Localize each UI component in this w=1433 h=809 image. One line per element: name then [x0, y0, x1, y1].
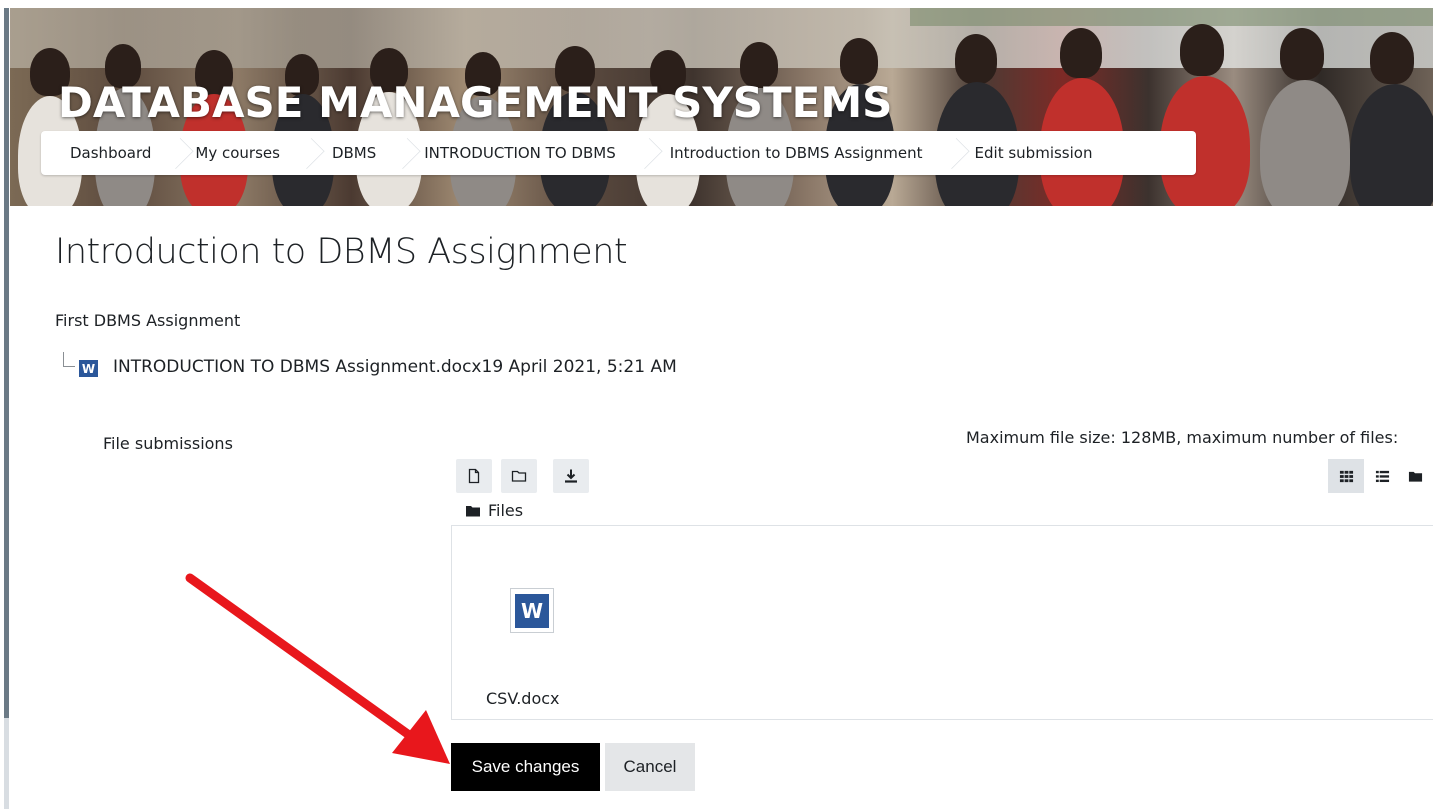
breadcrumb-item-my-courses[interactable]: My courses — [191, 131, 296, 175]
list-view-button[interactable] — [1370, 459, 1394, 493]
attachment-date: 19 April 2021, 5:21 AM — [481, 357, 677, 377]
breadcrumb-separator — [296, 131, 322, 175]
cancel-button[interactable]: Cancel — [605, 743, 695, 791]
breadcrumb-separator — [634, 131, 660, 175]
file-item-name[interactable]: CSV.docx — [486, 689, 560, 708]
breadcrumb-separator — [392, 131, 418, 175]
create-folder-button[interactable] — [501, 459, 537, 493]
word-file-icon: W — [79, 360, 98, 377]
tree-view-icon — [1408, 471, 1423, 482]
save-changes-button[interactable]: Save changes — [451, 743, 600, 791]
breadcrumb-item-dashboard[interactable]: Dashboard — [41, 131, 165, 175]
download-icon — [565, 469, 577, 483]
file-drop-area[interactable] — [451, 525, 1433, 720]
attachment-link[interactable]: INTRODUCTION TO DBMS Assignment.docx19 A… — [113, 357, 677, 377]
icon-view-icon — [1339, 470, 1353, 482]
top-caption — [0, 0, 1433, 8]
file-submissions-label: File submissions — [103, 434, 233, 453]
download-all-button[interactable] — [553, 459, 589, 493]
left-rule — [0, 0, 10, 809]
add-file-icon — [468, 468, 480, 484]
max-file-info: Maximum file size: 128MB, maximum number… — [966, 428, 1399, 447]
breadcrumb: Dashboard My courses DBMS INTRODUCTION T… — [41, 131, 1196, 175]
file-item-csv[interactable]: W — [510, 588, 554, 633]
files-path-label: Files — [488, 501, 524, 520]
breadcrumb-item-assignment[interactable]: Introduction to DBMS Assignment — [660, 131, 941, 175]
create-folder-icon — [511, 470, 527, 482]
breadcrumb-item-introduction-to-dbms[interactable]: INTRODUCTION TO DBMS — [418, 131, 633, 175]
icon-view-button[interactable] — [1328, 459, 1364, 493]
add-file-button[interactable] — [456, 459, 492, 493]
breadcrumb-separator — [941, 131, 967, 175]
word-file-icon: W — [515, 593, 549, 628]
files-path[interactable]: Files — [466, 501, 523, 520]
tree-connector — [63, 352, 75, 367]
header-banner: DATABASE MANAGEMENT SYSTEMS — [10, 8, 1433, 206]
course-title: DATABASE MANAGEMENT SYSTEMS — [58, 78, 893, 127]
breadcrumb-item-edit-submission: Edit submission — [974, 144, 1093, 162]
tree-view-button[interactable] — [1408, 459, 1433, 493]
breadcrumb-separator — [165, 131, 191, 175]
red-arrow-annotation — [185, 573, 450, 764]
assignment-intro: First DBMS Assignment — [55, 311, 241, 330]
breadcrumb-item-dbms[interactable]: DBMS — [322, 131, 392, 175]
list-view-icon — [1375, 470, 1389, 482]
folder-icon — [466, 505, 480, 516]
page-title: Introduction to DBMS Assignment — [55, 232, 628, 272]
attachment-name[interactable]: INTRODUCTION TO DBMS Assignment.docx — [113, 357, 482, 377]
